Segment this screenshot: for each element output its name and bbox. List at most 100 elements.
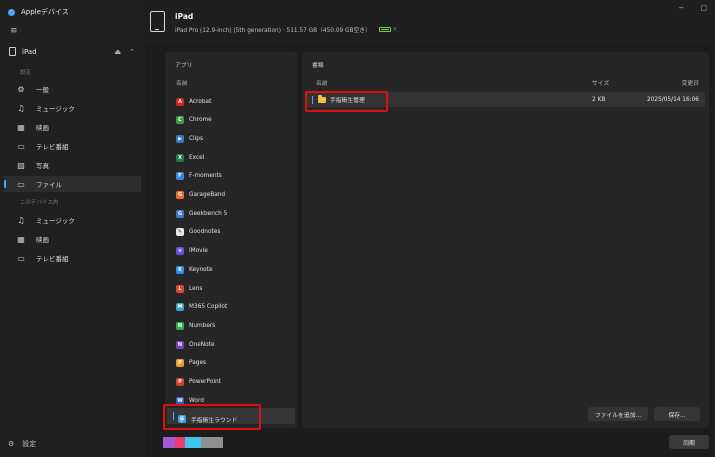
app-list-item[interactable]: G GarageBand	[176, 188, 225, 203]
app-name: Keynote	[189, 266, 213, 273]
sidebar-item-movies[interactable]: ▦ 映画	[4, 119, 141, 135]
film-icon: ▦	[17, 234, 25, 244]
device-info-text: iPad Pro (12.9-inch) (5th generation) · …	[175, 28, 371, 34]
storage-segment	[185, 437, 201, 448]
sidebar-item-label: 映画	[36, 124, 49, 132]
app-name: Excel	[189, 154, 205, 161]
app-icon: P	[176, 359, 184, 368]
app-list-item[interactable]: K Keynote	[176, 262, 213, 277]
settings-button[interactable]: ⚙ 設定	[8, 439, 36, 449]
app-icon: ★	[176, 247, 184, 256]
app-list-item[interactable]: ✎ Goodnotes	[176, 225, 220, 240]
app-list-item[interactable]: P Pages	[176, 356, 206, 371]
app-name: Numbers	[189, 322, 216, 329]
app-list-item[interactable]: N Numbers	[176, 318, 215, 333]
sidebar-item-label: 写真	[36, 162, 49, 170]
storage-bar	[163, 437, 223, 448]
battery-charging-icon: ⚡	[378, 27, 397, 33]
settings-label: 設定	[22, 440, 37, 448]
music-note-icon: ♫	[17, 103, 25, 113]
app-list-item[interactable]: L Lens	[176, 281, 202, 296]
apps-panel: アプリ 名前 A Acrobat C Chrome ▶ Clips X Excel F F-mom…	[165, 52, 297, 428]
music-note-icon: ♫	[17, 215, 25, 225]
app-name: Clips	[189, 135, 203, 142]
gear-icon: ⚙	[17, 84, 25, 94]
device-header: iPad iPad Pro (12.9-inch) (5th generatio…	[145, 0, 715, 45]
device-name: iPad	[175, 12, 194, 21]
storage-segment	[201, 437, 223, 448]
sidebar-item-files[interactable]: ▭ ファイル	[4, 176, 141, 192]
maximize-icon[interactable]: □	[700, 4, 707, 12]
sidebar-device-ipad[interactable]: iPad ⏏ ⌃	[4, 44, 141, 59]
sidebar-item-label: ミュージック	[36, 105, 75, 113]
sidebar-item-music[interactable]: ♫ ミュージック	[4, 100, 141, 116]
sidebar-item-device-tv[interactable]: ▭ テレビ番組	[4, 250, 141, 266]
sidebar-item-photos[interactable]: ▨ 写真	[4, 157, 141, 173]
sidebar-section-settings: 設定	[20, 70, 32, 76]
app-title-text: Appleデバイス	[21, 8, 69, 16]
app-list-item[interactable]: M M365 Copilot	[176, 300, 227, 315]
app-icon: C	[176, 116, 184, 125]
app-name: Chrome	[189, 117, 212, 124]
app-list-item[interactable]: A Acrobat	[176, 94, 211, 109]
apps-column-name[interactable]: 名前	[176, 78, 188, 87]
sidebar-item-label: ミュージック	[36, 217, 75, 225]
sidebar-item-label: テレビ番組	[36, 143, 69, 151]
add-file-button[interactable]: ファイルを追加...	[588, 407, 648, 421]
minimize-icon[interactable]: −	[679, 4, 685, 12]
app-list-item[interactable]: P PowerPoint	[176, 375, 221, 390]
app-list-item[interactable]: X Excel	[176, 150, 204, 165]
chevron-up-icon[interactable]: ⌃	[129, 48, 135, 56]
app-icon: P	[176, 378, 184, 386]
tv-icon: ▭	[17, 253, 25, 263]
sidebar-item-general[interactable]: ⚙ 一般	[4, 81, 141, 97]
storage-segment	[175, 437, 185, 448]
app-name: Geekbench 5	[189, 210, 228, 217]
app-name: Pages	[189, 360, 207, 367]
app-icon: F	[176, 172, 184, 181]
sidebar-item-label: テレビ番組	[36, 255, 69, 263]
app-title: Appleデバイス	[8, 7, 69, 17]
app-icon: M	[176, 303, 184, 312]
eject-icon[interactable]: ⏏	[115, 48, 122, 56]
app-name: iMovie	[189, 248, 208, 255]
app-list-item[interactable]: F F-moments	[176, 169, 222, 184]
app-icon: G	[176, 209, 184, 218]
docs-column-modified[interactable]: 変更日	[682, 78, 699, 87]
ipad-icon	[9, 47, 16, 56]
sidebar-section-on-device: このデバイス内	[20, 200, 59, 206]
menu-icon[interactable]: ≡	[10, 26, 18, 36]
app-list-item[interactable]: C Chrome	[176, 113, 212, 128]
save-button[interactable]: 保存...	[654, 407, 700, 421]
app-name: PowerPoint	[189, 379, 221, 385]
app-icon: X	[176, 153, 184, 162]
app-icon: A	[176, 97, 184, 106]
sync-button[interactable]: 同期	[669, 435, 709, 449]
app-name: Acrobat	[189, 98, 212, 105]
sidebar-item-label: 一般	[36, 86, 49, 94]
window-controls: − □	[679, 4, 708, 12]
sidebar-device-label: iPad	[22, 47, 37, 56]
sidebar-item-device-movies[interactable]: ▦ 映画	[4, 231, 141, 247]
tv-icon: ▭	[17, 141, 25, 151]
gear-icon: ⚙	[8, 440, 15, 448]
doc-size: 2 KB	[592, 96, 606, 103]
app-list-item[interactable]: ★ iMovie	[176, 244, 208, 259]
app-icon: G	[176, 191, 184, 199]
highlight-box	[305, 91, 388, 112]
app-name: Lens	[189, 285, 203, 292]
sidebar-item-tv[interactable]: ▭ テレビ番組	[4, 138, 141, 154]
app-icon: ▶	[176, 134, 184, 143]
docs-column-name[interactable]: 名前	[316, 78, 328, 87]
app-list-item[interactable]: ▶ Clips	[176, 131, 203, 146]
sidebar-item-device-music[interactable]: ♫ ミュージック	[4, 212, 141, 228]
film-icon: ▦	[17, 122, 25, 132]
app-list-item[interactable]: N OneNote	[176, 337, 215, 352]
photo-icon: ▨	[17, 160, 25, 170]
ipad-icon	[150, 11, 165, 32]
app-name: Word	[189, 397, 204, 404]
storage-segment	[163, 437, 175, 448]
docs-column-size[interactable]: サイズ	[592, 78, 609, 87]
app-list-item[interactable]: G Geekbench 5	[176, 206, 227, 221]
device-info: iPad Pro (12.9-inch) (5th generation) · …	[175, 25, 397, 35]
